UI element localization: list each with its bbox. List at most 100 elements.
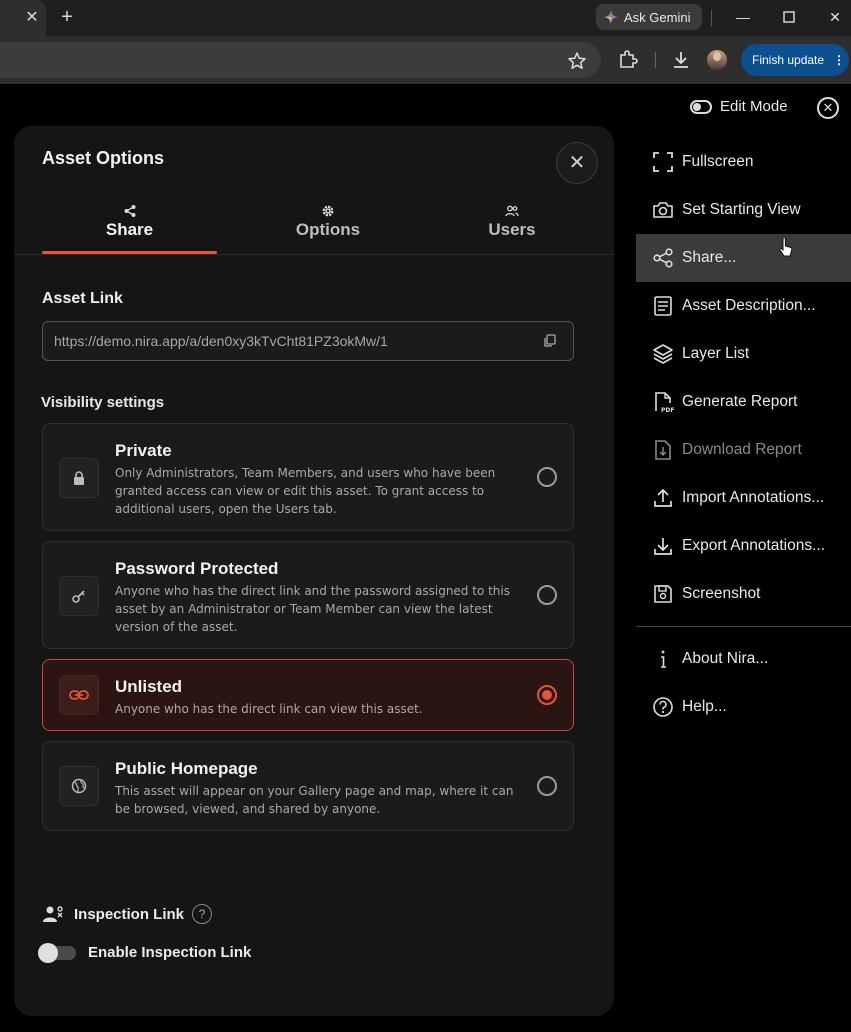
menu-item-label: Set Starting View (682, 201, 801, 218)
visibility-option-public[interactable]: Public Homepage This asset will appear o… (42, 741, 574, 831)
camera-icon (653, 202, 673, 218)
asset-options-panel: Asset Options ✕ Share Options Users Asse… (14, 126, 614, 1016)
visibility-option-unlisted[interactable]: Unlisted Anyone who has the direct link … (42, 659, 574, 731)
asset-link-value: https://demo.nira.app/a/den0xy3kTvCht81P… (54, 333, 388, 349)
asset-link-field[interactable]: https://demo.nira.app/a/den0xy3kTvCht81P… (42, 321, 574, 361)
exit-circle-icon[interactable]: ✕ (817, 97, 839, 119)
more-vert-icon: ⋮ (833, 53, 846, 67)
menu-item-export-annotations[interactable]: Export Annotations... (636, 522, 851, 570)
download-report-icon (655, 440, 671, 460)
ask-gemini-label: Ask Gemini (624, 9, 691, 25)
menu-item-layer-list[interactable]: Layer List (636, 330, 851, 378)
tab-share-label: Share (105, 220, 154, 239)
menu-item-about[interactable]: About Nira... (636, 635, 851, 683)
enable-inspection-toggle[interactable] (38, 942, 76, 963)
browser-tab-bar: ✕ + Ask Gemini — ✕ (0, 0, 851, 36)
menu-item-label: Generate Report (682, 393, 798, 410)
upload-icon (654, 488, 672, 507)
menu-divider (636, 626, 851, 627)
inspection-user-icon (43, 906, 63, 922)
globe-icon (59, 766, 99, 806)
menu-item-label: Help... (682, 698, 727, 715)
maximize-icon[interactable] (777, 6, 801, 28)
menu-item-generate-report[interactable]: PDF Generate Report (636, 378, 851, 426)
toggle-icon (690, 99, 712, 114)
address-bar[interactable] (0, 42, 601, 78)
ask-gemini-button[interactable]: Ask Gemini (596, 4, 702, 30)
downloads-icon[interactable] (670, 48, 692, 72)
separator (655, 52, 656, 68)
option-title: Private (115, 441, 172, 460)
menu-item-label: Screenshot (682, 585, 761, 602)
new-tab-icon[interactable]: + (56, 6, 78, 28)
browser-tab[interactable]: ✕ (0, 0, 46, 36)
option-description: This asset will appear on your Gallery p… (115, 784, 514, 816)
panel-title: Asset Options (42, 148, 165, 168)
minimize-icon[interactable]: — (731, 6, 755, 28)
bookmark-star-icon[interactable] (566, 50, 588, 72)
visibility-option-private[interactable]: Private Only Administrators, Team Member… (42, 423, 574, 531)
svg-text:PDF: PDF (661, 407, 674, 413)
radio-public[interactable] (537, 776, 557, 796)
visibility-option-password[interactable]: Password Protected Anyone who has the di… (42, 541, 574, 649)
finish-update-label: Finish update (752, 53, 825, 67)
close-window-icon[interactable]: ✕ (823, 6, 847, 28)
option-title: Unlisted (115, 677, 183, 696)
tab-users-label: Users (488, 220, 536, 239)
menu-item-screenshot[interactable]: Screenshot (636, 570, 851, 618)
users-icon (505, 205, 519, 217)
option-title: Password Protected (115, 559, 279, 578)
option-description: Anyone who has the direct link can view … (115, 702, 423, 716)
option-description: Anyone who has the direct link and the p… (115, 584, 510, 634)
panel-tabs: Share Options Users (42, 198, 614, 254)
option-description: Only Administrators, Team Members, and u… (115, 466, 496, 516)
tab-users[interactable]: Users (412, 198, 612, 254)
pdf-icon: PDF (655, 392, 674, 413)
menu-item-download-report: Download Report (636, 426, 851, 474)
menu-item-label: Download Report (682, 441, 802, 458)
separator (711, 10, 712, 26)
menu-item-help[interactable]: Help... (636, 683, 851, 731)
visibility-settings-label: Visibility settings (41, 394, 165, 411)
menu-item-label: About Nira... (682, 650, 769, 667)
app-viewport: Edit Mode ✕ Asset Options ✕ Share Option… (0, 84, 851, 1032)
gemini-star-icon (604, 10, 618, 24)
copy-icon[interactable] (543, 334, 557, 348)
enable-inspection-row: Enable Inspection Link (38, 942, 252, 963)
radio-private[interactable] (537, 467, 557, 487)
menu-item-set-starting-view[interactable]: Set Starting View (636, 186, 851, 234)
tab-share[interactable]: Share (42, 198, 217, 254)
edit-mode-toggle[interactable]: Edit Mode (690, 98, 788, 115)
enable-inspection-label: Enable Inspection Link (88, 944, 252, 961)
layers-icon (653, 344, 673, 364)
radio-unlisted[interactable] (537, 685, 557, 705)
menu-item-asset-description[interactable]: Asset Description... (636, 282, 851, 330)
profile-avatar[interactable] (707, 50, 727, 70)
share-icon (653, 248, 673, 268)
menu-item-label: Import Annotations... (682, 489, 825, 506)
menu-item-fullscreen[interactable]: Fullscreen (636, 138, 851, 186)
asset-link-label: Asset Link (42, 290, 123, 307)
share-icon (124, 205, 135, 217)
radio-password[interactable] (537, 585, 557, 605)
tab-options[interactable]: Options (228, 198, 428, 254)
menu-item-label: Layer List (682, 345, 750, 362)
description-icon (654, 296, 672, 316)
inspection-link-label: Inspection Link (74, 905, 185, 923)
extensions-icon[interactable] (617, 48, 639, 72)
edit-mode-label: Edit Mode (720, 98, 788, 115)
link-icon (59, 675, 99, 715)
fullscreen-icon (653, 152, 673, 172)
close-panel-button[interactable]: ✕ (556, 142, 598, 184)
option-title: Public Homepage (115, 759, 258, 778)
menu-item-share[interactable]: Share... (636, 234, 851, 282)
menu-item-import-annotations[interactable]: Import Annotations... (636, 474, 851, 522)
help-icon (653, 697, 673, 717)
menu-item-label: Fullscreen (682, 153, 754, 170)
close-tab-icon[interactable]: ✕ (22, 8, 42, 28)
mouse-cursor-icon (779, 238, 793, 257)
menu-item-label: Asset Description... (682, 297, 816, 314)
tabs-divider (14, 254, 614, 255)
help-icon[interactable]: ? (192, 904, 213, 924)
finish-update-button[interactable]: Finish update ⋮ (741, 44, 849, 76)
